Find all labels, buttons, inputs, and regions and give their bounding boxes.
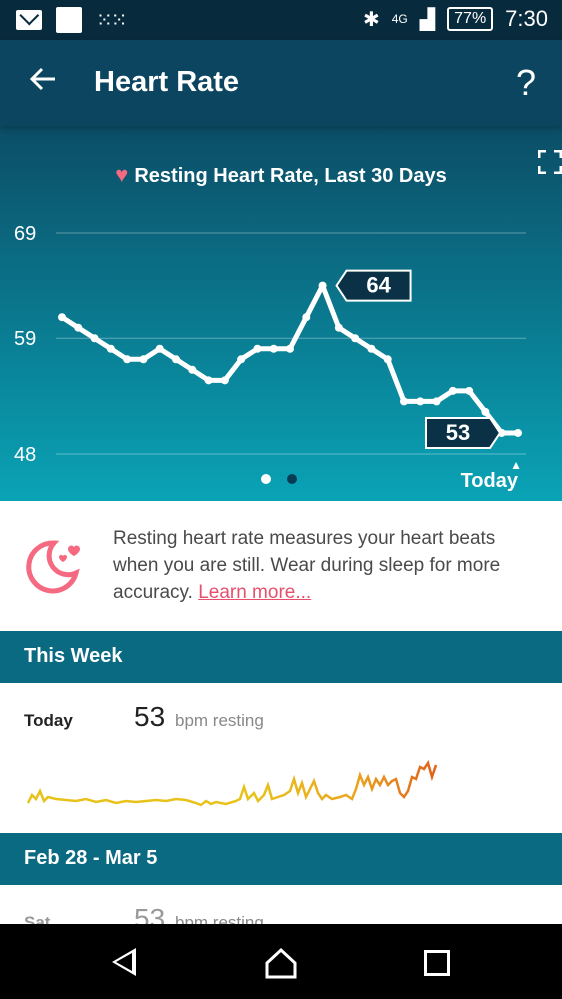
pager-dot-1[interactable] (261, 474, 271, 484)
info-panel: Resting heart rate measures your heart b… (0, 501, 562, 631)
bluetooth-icon: ✱ (362, 8, 380, 31)
data-point[interactable] (334, 323, 343, 332)
moon-heart-icon (26, 540, 80, 594)
page-title: Heart Rate (94, 66, 240, 98)
data-point[interactable] (106, 344, 115, 353)
bpm-unit: bpm resting (175, 711, 264, 730)
data-point[interactable] (269, 344, 278, 353)
nav-home-icon[interactable] (264, 946, 298, 980)
data-point[interactable] (204, 376, 213, 385)
data-point[interactable] (237, 355, 246, 364)
data-point[interactable] (465, 386, 474, 395)
data-point[interactable] (139, 355, 148, 364)
data-point[interactable] (367, 344, 376, 353)
mail-icon (16, 10, 42, 30)
pager-dot-2[interactable] (287, 474, 297, 484)
day-label: Today (24, 711, 73, 730)
back-button[interactable] (28, 64, 58, 101)
signal-icon: ▟ (419, 8, 436, 31)
learn-more-link[interactable]: Learn more... (198, 582, 311, 603)
notification-icon (56, 7, 82, 33)
section-header-week: Feb 28 - Mar 5 (0, 833, 562, 885)
y-tick-label: 48 (14, 444, 36, 466)
data-point[interactable] (253, 344, 262, 353)
data-point[interactable] (400, 397, 408, 406)
data-point[interactable] (514, 428, 522, 437)
data-point[interactable] (188, 365, 197, 374)
chart-plot: 69 59 48 64 53 (14, 223, 526, 466)
data-point[interactable] (383, 355, 392, 364)
app-bar: Heart Rate ? (0, 40, 562, 126)
value-callout: 64 (335, 269, 412, 302)
data-point[interactable] (155, 344, 164, 353)
data-point[interactable] (302, 313, 311, 322)
info-text: Resting heart rate measures your heart b… (113, 525, 543, 606)
data-point[interactable] (318, 281, 327, 290)
y-tick-label: 69 (14, 223, 36, 245)
data-point[interactable] (74, 323, 83, 332)
data-point[interactable] (432, 397, 441, 406)
data-point[interactable] (448, 386, 457, 395)
today-label: Today (460, 470, 518, 492)
data-point[interactable] (351, 334, 360, 343)
data-point[interactable] (90, 334, 99, 343)
data-point[interactable] (416, 397, 425, 406)
clock: 7:30 (505, 6, 548, 31)
data-point[interactable] (481, 407, 490, 416)
status-bar: ⁙⁙ ✱ 4G ▟ 77% 7:30 (0, 0, 562, 40)
arrow-left-icon (29, 67, 55, 91)
y-tick-label: 59 (14, 328, 36, 350)
resting-heart-rate-chart[interactable]: ♥ Resting Heart Rate, Last 30 Days 69 59 48… (0, 126, 562, 501)
day-row[interactable]: Today 53 bpm resting (0, 683, 562, 833)
nav-recent-apps-icon[interactable] (424, 950, 450, 976)
value-callout: 53 (425, 416, 502, 449)
data-point[interactable] (286, 344, 294, 353)
day-row[interactable]: Sat 53 bpm resting (0, 885, 562, 925)
daily-heart-rate-sparkline (26, 760, 438, 807)
system-nav-bar (0, 924, 562, 999)
data-point[interactable] (123, 355, 132, 364)
nav-back-icon[interactable] (112, 948, 136, 976)
data-point[interactable] (220, 376, 229, 385)
pager-dots[interactable] (261, 474, 297, 484)
bpm-value: 53 (134, 701, 166, 732)
callout-label: 64 (366, 273, 391, 298)
network-label: 4G (391, 12, 408, 26)
fitbit-icon: ⁙⁙ (96, 9, 127, 32)
battery-indicator: 77% (447, 7, 494, 31)
callout-label: 53 (446, 420, 470, 445)
data-point[interactable] (172, 355, 180, 364)
section-header-this-week: This Week (0, 631, 562, 683)
bpm-value: 53 (134, 903, 166, 925)
help-button[interactable]: ? (516, 62, 536, 104)
data-point[interactable] (58, 313, 66, 322)
